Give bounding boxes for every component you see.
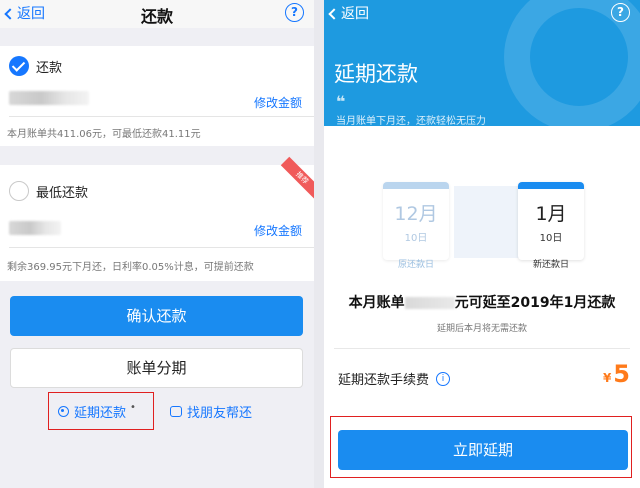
statement-suffix: 元可延至2019年1月还款 xyxy=(454,295,616,311)
new-day: 10日 xyxy=(539,233,563,244)
fee-amount: ¥ 5 xyxy=(603,360,630,388)
confirm-repay-button[interactable]: 确认还款 xyxy=(10,296,303,336)
fee-label: 延期还款手续费 xyxy=(338,373,430,388)
help-icon[interactable]: ? xyxy=(611,3,630,22)
extend-content: 12月 10日 1月 10日 原还款日 新还款日 本月账单 元可延至2019年1月… xyxy=(324,126,640,488)
divider xyxy=(334,348,630,349)
currency-symbol: ¥ xyxy=(602,371,612,385)
fee-value: 5 xyxy=(613,360,630,388)
extend-now-button[interactable]: 立即延期 xyxy=(338,430,628,470)
amount-redacted xyxy=(9,221,61,235)
min-repayment-note: 剩余369.95元下月还，日利率0.05%计息，可提前还款 xyxy=(7,262,254,273)
installment-button[interactable]: 账单分期 xyxy=(10,348,303,388)
modify-amount-link[interactable]: 修改金额 xyxy=(254,222,302,239)
checked-radio-icon[interactable] xyxy=(9,56,29,76)
recommended-badge: 推荐 xyxy=(280,156,314,200)
new-month: 1月 xyxy=(535,203,567,225)
statement-prefix: 本月账单 xyxy=(348,295,405,311)
friend-help-label: 找朋友帮还 xyxy=(187,406,253,421)
min-repayment-option[interactable]: 最低还款 推荐 修改金额 剩余369.95元下月还，日利率0.05%计息，可提前… xyxy=(0,156,314,281)
divider xyxy=(9,247,314,248)
modify-amount-link[interactable]: 修改金额 xyxy=(254,94,302,111)
amount-redacted xyxy=(9,91,89,105)
fee-row: 延期还款手续费 i xyxy=(338,369,451,388)
original-day: 10日 xyxy=(404,233,428,244)
original-due-caption: 原还款日 xyxy=(397,260,434,270)
new-due-calendar: 1月 10日 xyxy=(518,182,584,260)
new-due-caption: 新还款日 xyxy=(532,260,569,270)
statement-subtext: 延期后本月将无需还款 xyxy=(436,324,527,334)
help-icon[interactable]: ? xyxy=(285,3,304,22)
original-month: 12月 xyxy=(394,203,438,225)
friend-help-link[interactable]: 找朋友帮还 xyxy=(170,402,252,421)
back-label: 返回 xyxy=(341,6,369,22)
amount-redacted xyxy=(404,297,455,309)
divider xyxy=(9,116,314,117)
statement-text: 本月账单 元可延至2019年1月还款 xyxy=(324,292,640,312)
highlight-box xyxy=(48,392,154,430)
hero-title: 延期还款 xyxy=(334,62,418,86)
original-due-calendar: 12月 10日 xyxy=(383,182,449,260)
full-repayment-option[interactable]: 还款 修改金额 本月账单共411.06元，可最低还款41.11元 xyxy=(0,46,314,146)
info-icon[interactable]: i xyxy=(436,371,451,386)
repayment-screen: 返回 还款 ? 还款 修改金额 本月账单共411.06元，可最低还款41.11元… xyxy=(0,0,314,488)
chat-icon xyxy=(170,406,182,417)
hero-banner: 返回 ? 延期还款 ❝ 当月账单下月还，还款轻松无压力 xyxy=(324,0,640,126)
min-repayment-label: 最低还款 xyxy=(36,186,89,201)
extend-repayment-screen: 返回 ? 延期还款 ❝ 当月账单下月还，还款轻松无压力 12月 10日 1月 1… xyxy=(324,0,640,488)
calendar-connector xyxy=(454,186,522,258)
back-button[interactable]: 返回 xyxy=(328,3,369,23)
page-title: 还款 xyxy=(140,7,173,26)
full-repayment-note: 本月账单共411.06元，可最低还款41.11元 xyxy=(7,129,201,140)
unchecked-radio-icon[interactable] xyxy=(9,181,29,201)
chevron-left-icon xyxy=(328,7,340,20)
nav-bar: 返回 还款 ? xyxy=(0,0,314,28)
hero-subtitle: 当月账单下月还，还款轻松无压力 xyxy=(336,116,486,126)
quote-icon: ❝ xyxy=(336,92,346,111)
full-repayment-label: 还款 xyxy=(36,61,63,76)
